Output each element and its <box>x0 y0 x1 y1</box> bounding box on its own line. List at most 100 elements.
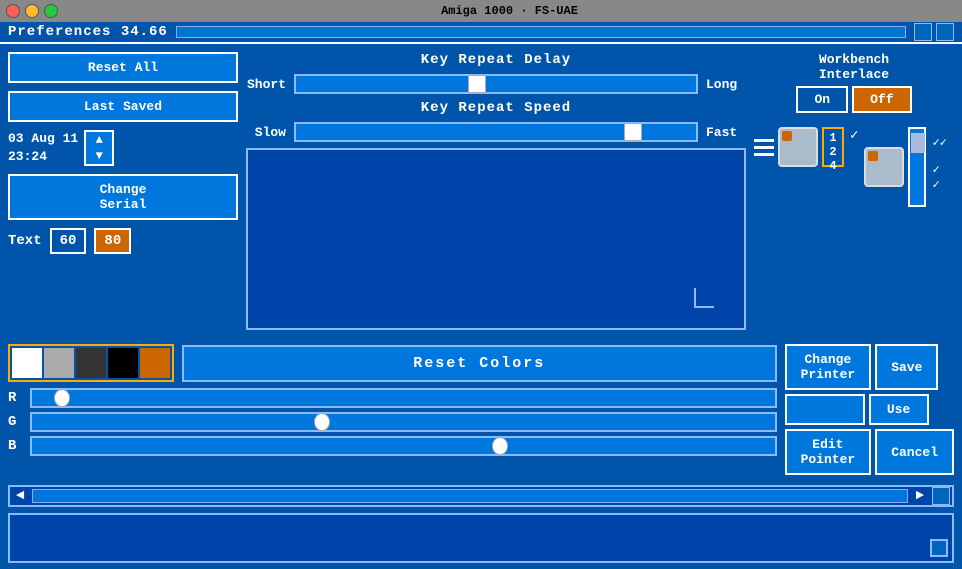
checkmark-3: ✓ ✓ <box>932 162 954 192</box>
swatch-lightgray[interactable] <box>44 348 74 378</box>
date-line1: 03 Aug 11 <box>8 130 78 148</box>
scroll-icon[interactable] <box>932 487 950 505</box>
g-slider[interactable] <box>30 412 777 432</box>
change-printer-button[interactable]: ChangePrinter <box>785 344 872 390</box>
use-row: Use <box>785 394 954 425</box>
joy-line <box>754 146 774 149</box>
joy-group-2 <box>864 127 926 207</box>
top-section: Reset All Last Saved 03 Aug 11 23:24 ▲ ▼… <box>0 44 962 338</box>
swatch-white[interactable] <box>12 348 42 378</box>
datetime-row: 03 Aug 11 23:24 ▲ ▼ <box>8 130 238 166</box>
close-button[interactable] <box>6 4 20 18</box>
fast-label: Fast <box>706 125 746 140</box>
menubar: Preferences 34.66 <box>0 22 962 44</box>
swatch-black[interactable] <box>108 348 138 378</box>
center-panel: Key Repeat Delay Short Long Key Repeat S… <box>246 52 746 330</box>
workbench-section: Workbench Interlace On Off <box>754 52 954 113</box>
r-label: R <box>8 390 24 406</box>
joy-line <box>754 153 774 156</box>
joy-detail <box>782 131 792 141</box>
joy-scroll-thumb[interactable] <box>911 133 925 153</box>
joy-lines-left <box>754 139 774 156</box>
long-label: Long <box>706 77 746 92</box>
g-slider-thumb[interactable] <box>314 413 330 431</box>
checkmark-2: ✓✓ <box>932 135 954 150</box>
swatch-darkgray[interactable] <box>76 348 106 378</box>
g-slider-row: G <box>8 412 777 432</box>
interlace-label: Interlace <box>819 67 889 82</box>
off-button[interactable]: Off <box>852 86 911 113</box>
maximize-button[interactable] <box>44 4 58 18</box>
right-panel: Workbench Interlace On Off <box>754 52 954 330</box>
r-slider-thumb[interactable] <box>54 389 70 407</box>
delay-slider-thumb[interactable] <box>468 75 486 93</box>
color-row: Reset Colors <box>8 344 777 382</box>
save-button[interactable]: Save <box>875 344 938 390</box>
slow-label: Slow <box>246 125 286 140</box>
edit-cancel-row: EditPointer Cancel <box>785 429 954 475</box>
preview-cursor <box>694 288 714 308</box>
reset-all-button[interactable]: Reset All <box>8 52 238 83</box>
edit-pointer-button[interactable]: EditPointer <box>785 429 872 475</box>
use-button-empty[interactable] <box>785 394 865 425</box>
menubar-btn-2[interactable] <box>936 23 954 41</box>
joy-scroll[interactable] <box>908 127 926 207</box>
cancel-button[interactable]: Cancel <box>875 429 954 475</box>
on-button[interactable]: On <box>796 86 848 113</box>
minimize-button[interactable] <box>25 4 39 18</box>
on-off-row: On Off <box>796 86 911 113</box>
menubar-btn-1[interactable] <box>914 23 932 41</box>
scroll-right-arrow[interactable]: ► <box>912 488 928 504</box>
preview-resize-icon[interactable] <box>930 539 948 557</box>
text-label: Text <box>8 233 42 249</box>
datetime-display: 03 Aug 11 23:24 <box>8 130 78 166</box>
menubar-title[interactable]: Preferences 34.66 <box>8 24 168 40</box>
bottom-preview-row <box>8 513 954 563</box>
main-container: Reset All Last Saved 03 Aug 11 23:24 ▲ ▼… <box>0 44 962 569</box>
key-repeat-delay-title: Key Repeat Delay <box>246 52 746 68</box>
change-serial-label: ChangeSerial <box>100 182 147 212</box>
menubar-scrollbar[interactable] <box>176 26 906 38</box>
checkmark-1: ✓ <box>850 127 858 144</box>
joy-check-1: ✓ <box>850 127 858 144</box>
time-line2: 23:24 <box>8 148 78 166</box>
key-repeat-speed-title: Key Repeat Speed <box>246 100 746 116</box>
right-buttons: ChangePrinter Save Use EditPointer Cance… <box>785 344 954 475</box>
b-slider-thumb[interactable] <box>492 437 508 455</box>
joystick-area: 1 2 4 ✓ ✓✓ <box>754 127 954 207</box>
joy-group-1: 1 2 4 <box>754 127 844 167</box>
joystick-icon-1[interactable] <box>778 127 818 167</box>
last-saved-button[interactable]: Last Saved <box>8 91 238 122</box>
swatch-orange[interactable] <box>140 348 170 378</box>
delay-slider[interactable] <box>294 74 698 94</box>
left-panel: Reset All Last Saved 03 Aug 11 23:24 ▲ ▼… <box>8 52 238 330</box>
workbench-label: Workbench <box>819 52 889 67</box>
text-value-2[interactable]: 80 <box>94 228 131 254</box>
text-row: Text 60 80 <box>8 228 238 254</box>
b-label: B <box>8 438 24 454</box>
reset-colors-button[interactable]: Reset Colors <box>182 345 777 382</box>
scroll-track[interactable] <box>32 489 907 503</box>
scroll-left-arrow[interactable]: ◄ <box>12 488 28 504</box>
preview-area <box>246 148 746 330</box>
left-bottom: Reset Colors R G <box>8 344 777 456</box>
speed-slider[interactable] <box>294 122 698 142</box>
bottom-main-row: Reset Colors R G <box>8 344 954 475</box>
horizontal-scrollbar[interactable]: ◄ ► <box>8 485 954 507</box>
joy-detail-2 <box>868 151 878 161</box>
speed-slider-thumb[interactable] <box>624 123 642 141</box>
joystick-icon-2[interactable] <box>864 147 904 187</box>
text-value-1[interactable]: 60 <box>50 228 87 254</box>
b-slider[interactable] <box>30 436 777 456</box>
joy-numbers[interactable]: 1 2 4 <box>822 127 844 167</box>
workbench-title: Workbench Interlace <box>819 52 889 82</box>
use-button[interactable]: Use <box>869 394 929 425</box>
r-slider[interactable] <box>30 388 777 408</box>
bottom-section: Reset Colors R G <box>0 338 962 569</box>
datetime-arrows[interactable]: ▲ ▼ <box>84 130 114 166</box>
delay-slider-row: Short Long <box>246 74 746 94</box>
g-label: G <box>8 414 24 430</box>
titlebar: Amiga 1000 · FS-UAE <box>0 0 962 22</box>
change-serial-button[interactable]: ChangeSerial <box>8 174 238 220</box>
short-label: Short <box>246 77 286 92</box>
